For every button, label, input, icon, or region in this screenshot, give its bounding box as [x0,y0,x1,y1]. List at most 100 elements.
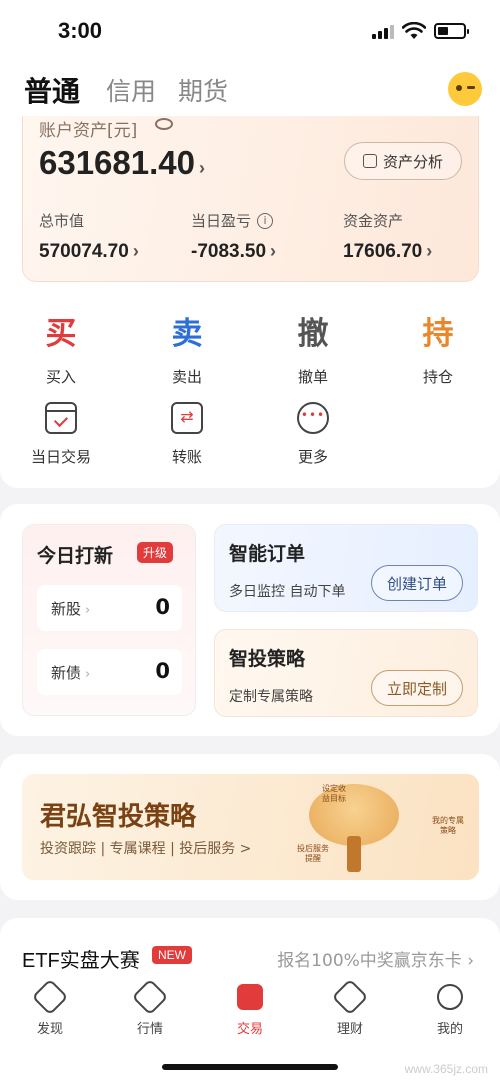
daily-trades-button[interactable]: 当日交易 [16,402,106,467]
metric-daily-pnl[interactable]: 当日盈亏 i -7083.50 › [191,210,276,263]
upgrade-badge[interactable]: 升级 [137,542,174,563]
status-bar: 3:00 [0,0,500,64]
smart-strategy-subtitle: 定制专属策略 [229,689,313,705]
tab-wealth-label: 理财 [336,1022,363,1037]
status-time: 3:00 [58,18,103,43]
tree-tag: 我的专属策略 [432,816,464,835]
trend-icon [131,978,169,1016]
cancel-order-label: 撤单 [297,368,328,386]
buy-button[interactable]: 买 买入 [16,314,106,387]
wifi-icon [402,22,426,39]
asset-analysis-button[interactable]: 资产分析 [344,142,462,180]
metric-label: 总市值 [39,212,85,230]
smart-order-card[interactable]: 智能订单 多日监控 自动下单 创建订单 [214,524,478,612]
tab-market-label: 行情 [136,1022,163,1037]
trade-icon [237,984,263,1010]
positions-label: 持仓 [422,368,453,386]
banner-title: 君弘智投策略 [40,802,197,832]
watermark: www.365jz.com [404,1062,488,1076]
asset-card: 账户资产[元] 631681.40 › 资产分析 总市值 570074.70 › 当… [22,116,479,282]
daily-trades-label: 当日交易 [30,448,91,466]
chevron-right-icon: › [199,158,205,178]
asset-total-value: 631681.40 [39,144,195,181]
strategy-banner[interactable]: 君弘智投策略 投资跟踪 | 专属课程 | 投后服务 > 设定收益目标 投后服务提… [22,774,479,880]
asset-total[interactable]: 631681.40 › [39,144,205,182]
profile-icon [437,984,463,1010]
ipo-card[interactable]: 今日打新 升级 新股 › 0 新债 › 0 [22,524,196,716]
home-indicator[interactable] [162,1064,338,1070]
transfer-button[interactable]: 转账 [142,402,232,467]
asset-analysis-label: 资产分析 [382,152,443,171]
new-bonds-label: 新债 [51,664,82,682]
mascot-icon[interactable] [448,72,482,106]
transfer-icon [171,402,203,434]
create-order-button[interactable]: 创建订单 [371,565,463,601]
analysis-icon [362,154,377,168]
asset-label: 账户资产[元] [39,121,138,141]
cancel-order-button[interactable]: 撤 撤单 [268,314,358,387]
info-icon[interactable]: i [257,212,274,229]
chevron-right-icon: › [426,241,433,261]
tree-tag: 投后服务提醒 [297,844,329,863]
chevron-right-icon: › [85,667,91,682]
chevron-right-icon: › [85,603,91,618]
compass-icon [31,978,69,1016]
tab-trade[interactable]: 交易 [220,984,280,1037]
buy-icon: 买 [45,316,77,352]
sell-label: 卖出 [171,368,202,386]
tab-discover[interactable]: 发现 [20,978,80,1037]
tree-trunk [347,836,361,872]
customize-now-button[interactable]: 立即定制 [371,670,463,706]
tab-discover-label: 发现 [36,1022,63,1037]
transfer-label: 转账 [171,448,202,466]
tab-credit[interactable]: 信用 [106,72,156,108]
chevron-right-icon: › [132,241,139,261]
metric-value: 17606.70 [343,241,423,262]
sell-button[interactable]: 卖 卖出 [142,314,232,387]
more-label: 更多 [297,448,328,466]
sell-icon: 卖 [171,316,203,352]
new-stocks-count: 0 [155,595,170,619]
ipo-title: 今日打新 [37,545,114,567]
cancel-order-icon: 撤 [297,316,329,352]
chevron-right-icon: › [270,241,277,261]
buy-label: 买入 [45,368,76,386]
smart-strategy-title: 智投策略 [229,648,306,670]
tab-wealth[interactable]: 理财 [320,978,380,1037]
tab-mine-label: 我的 [436,1022,463,1037]
positions-icon: 持 [422,316,454,352]
smart-order-title: 智能订单 [229,543,306,565]
account-type-tabs: 普通 信用 期货 [0,64,500,116]
signal-icon [372,23,394,39]
status-icons [372,22,469,40]
tab-futures[interactable]: 期货 [178,72,228,108]
etf-promo-text: 报名100%中奖赢京东卡 [277,951,462,971]
tab-mine[interactable]: 我的 [420,984,480,1037]
new-bonds-row[interactable]: 新债 › 0 [37,649,182,695]
tab-normal[interactable]: 普通 [24,70,80,110]
tree-tag: 设定收益目标 [322,784,346,803]
smart-order-subtitle: 多日监控 自动下单 [229,584,346,600]
more-button[interactable]: 更多 [268,402,358,467]
smart-strategy-card[interactable]: 智投策略 定制专属策略 立即定制 [214,629,478,717]
bottom-tab-bar: 发现 行情 交易 理财 我的 [0,978,500,1040]
metric-value: 570074.70 [39,241,129,262]
positions-button[interactable]: 持 持仓 [393,314,483,387]
banner-subtitle: 投资跟踪 | 专属课程 | 投后服务 > [40,841,252,857]
more-icon [297,402,329,434]
new-stocks-label: 新股 [51,600,82,618]
eye-icon[interactable] [155,118,173,130]
metric-market-value[interactable]: 总市值 570074.70 › [39,210,139,263]
etf-title[interactable]: ETF实盘大赛 [22,944,140,973]
battery-icon [434,23,469,39]
metric-value: -7083.50 [191,241,267,262]
tab-trade-label: 交易 [236,1022,263,1037]
new-stocks-row[interactable]: 新股 › 0 [37,585,182,631]
etf-promo-link[interactable]: 报名100%中奖赢京东卡 › [277,946,474,971]
metric-label: 资金资产 [343,212,404,230]
new-bonds-count: 0 [155,659,170,683]
wealth-icon [331,978,369,1016]
metric-cash-assets[interactable]: 资金资产 17606.70 › [343,210,432,263]
new-badge: NEW [152,946,192,964]
tab-market[interactable]: 行情 [120,978,180,1037]
